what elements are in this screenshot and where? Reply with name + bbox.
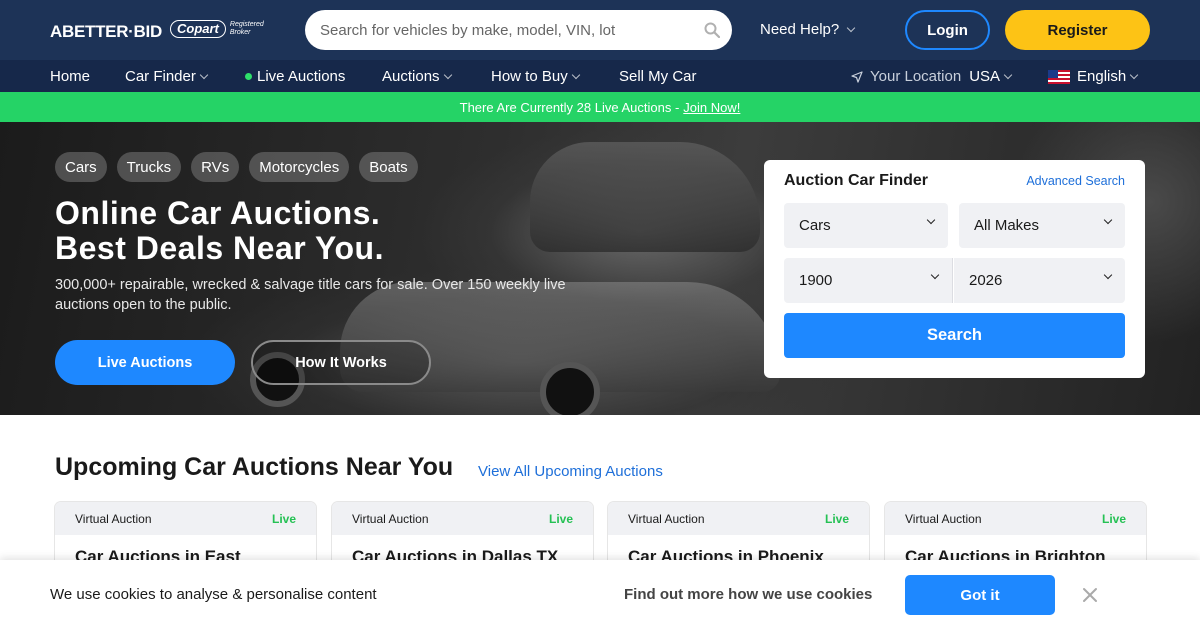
chevron-down-icon [1129, 70, 1139, 79]
nav-item-sell-my-car[interactable]: Sell My Car [619, 68, 697, 85]
search-bar [305, 10, 732, 50]
nav-item-home[interactable]: Home [50, 68, 90, 85]
chevron-down-icon [926, 215, 936, 225]
main-nav: Home Car Finder Live Auctions Auctions H… [0, 60, 1200, 92]
close-icon[interactable] [1082, 587, 1098, 603]
view-all-upcoming-link[interactable]: View All Upcoming Auctions [478, 463, 663, 480]
live-status-badge: Live [548, 511, 573, 526]
chip-rvs[interactable]: RVs [191, 152, 240, 182]
cookie-info-link[interactable]: Find out more how we use cookies [624, 586, 872, 603]
cookie-accept-button[interactable]: Got it [905, 575, 1055, 615]
register-button[interactable]: Register [1005, 10, 1150, 50]
live-status-badge: Live [824, 511, 849, 526]
auction-card-header: Virtual Auction Live [332, 502, 593, 535]
search-input[interactable] [320, 21, 700, 39]
login-button[interactable]: Login [905, 10, 990, 50]
copart-badge: Copart Registered Broker [170, 20, 264, 38]
chevron-down-icon [199, 70, 209, 79]
chevron-down-icon [1103, 215, 1113, 225]
auction-type: Virtual Auction [905, 511, 982, 526]
chevron-down-icon [443, 70, 452, 79]
chip-trucks[interactable]: Trucks [116, 152, 182, 182]
need-help-label: Need Help? [760, 21, 840, 38]
nav-item-auctions[interactable]: Auctions [382, 68, 452, 85]
chip-cars[interactable]: Cars [55, 152, 107, 182]
auction-card-header: Virtual Auction Live [608, 502, 869, 535]
vehicle-type-select[interactable]: Cars [784, 203, 948, 248]
hero-background-car [530, 142, 760, 252]
search-icon[interactable] [704, 22, 720, 38]
hero-subtitle: 300,000+ repairable, wrecked & salvage t… [55, 277, 566, 313]
finder-title: Auction Car Finder [784, 172, 929, 189]
join-now-link[interactable]: Join Now! [683, 100, 740, 115]
chevron-down-icon [1103, 270, 1113, 280]
nav-item-car-finder[interactable]: Car Finder [125, 68, 209, 85]
upcoming-auctions-title: Upcoming Car Auctions Near You [55, 453, 454, 481]
cookie-consent-bar: We use cookies to analyse & personalise … [0, 560, 1200, 630]
hero-title: Online Car Auctions. Best Deals Near You… [55, 195, 384, 266]
chip-boats[interactable]: Boats [359, 152, 418, 182]
location-label: Your Location [870, 68, 962, 85]
us-flag-icon [1048, 69, 1070, 84]
finder-search-button[interactable]: Search [784, 313, 1125, 358]
advanced-search-link[interactable]: Advanced Search [1026, 174, 1125, 188]
live-status-badge: Live [271, 511, 296, 526]
nav-item-live-auctions[interactable]: Live Auctions [245, 68, 345, 85]
chip-motorcycles[interactable]: Motorcycles [249, 152, 350, 182]
chevron-down-icon [1003, 70, 1013, 79]
live-auctions-banner: There Are Currently 28 Live Auctions - J… [0, 92, 1200, 122]
make-select[interactable]: All Makes [959, 203, 1125, 248]
auction-type: Virtual Auction [628, 511, 705, 526]
year-to-select[interactable]: 2026 [954, 258, 1125, 303]
auction-type: Virtual Auction [75, 511, 152, 526]
need-help-menu[interactable]: Need Help? [760, 21, 856, 38]
nav-item-how-to-buy[interactable]: How to Buy [491, 68, 580, 85]
live-status-badge: Live [1101, 511, 1126, 526]
cookie-message: We use cookies to analyse & personalise … [50, 586, 377, 603]
site-logo[interactable]: ABETTER·BID [50, 22, 162, 42]
auction-type: Virtual Auction [352, 511, 429, 526]
hero-background-wheel [540, 362, 600, 415]
hero-section: Cars Trucks RVs Motorcycles Boats Online… [0, 122, 1200, 415]
top-header: ABETTER·BID Copart Registered Broker Nee… [0, 0, 1200, 60]
location-value: USA [969, 68, 1001, 85]
location-arrow-icon [851, 70, 863, 83]
vehicle-type-chips: Cars Trucks RVs Motorcycles Boats [55, 152, 418, 182]
auction-card-header: Virtual Auction Live [885, 502, 1146, 535]
auction-card-header: Virtual Auction Live [55, 502, 316, 535]
location-selector[interactable]: Your Location USA [851, 68, 1013, 85]
auction-car-finder: Auction Car Finder Advanced Search Cars … [764, 160, 1145, 378]
how-it-works-button[interactable]: How It Works [251, 340, 431, 385]
chevron-down-icon [571, 70, 580, 79]
banner-text: There Are Currently 28 Live Auctions - [459, 99, 680, 115]
year-from-select[interactable]: 1900 [784, 258, 953, 303]
chevron-down-icon [930, 270, 940, 280]
language-label: English [1077, 68, 1127, 85]
copart-logo: Copart [170, 20, 226, 38]
registered-broker-label: Registered Broker [229, 21, 264, 36]
live-auctions-button[interactable]: Live Auctions [55, 340, 235, 385]
chevron-down-icon [846, 23, 856, 32]
language-selector[interactable]: English [1048, 68, 1139, 85]
live-indicator-icon [245, 73, 252, 80]
